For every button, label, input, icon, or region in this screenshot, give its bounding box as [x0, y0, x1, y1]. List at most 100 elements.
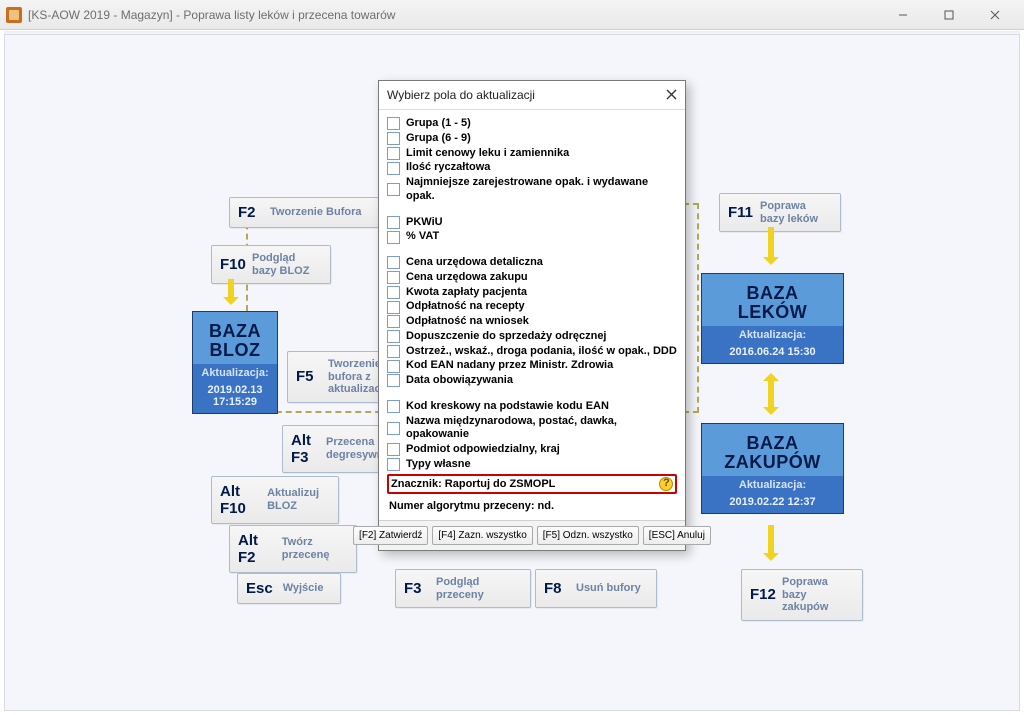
checkbox-icon	[387, 330, 400, 343]
shortcut-key: F10	[220, 256, 242, 273]
dialog-checkall-button[interactable]: [F4] Zazn. wszystko	[432, 526, 532, 545]
checkbox-label: Odpłatność na wniosek	[406, 315, 529, 329]
checkbox-row[interactable]: Cena urzędowa detaliczna	[387, 256, 677, 270]
checkbox-label: Typy własne	[406, 458, 471, 472]
dialog-title: Wybierz pola do aktualizacji	[387, 88, 666, 102]
arrow-icon	[768, 379, 774, 409]
checkbox-label: Kod kreskowy na podstawie kodu EAN	[406, 400, 609, 414]
maximize-button[interactable]	[926, 0, 972, 30]
checkbox-row[interactable]: Kod EAN nadany przez Ministr. Zdrowia	[387, 359, 677, 373]
checkbox-row[interactable]: Odpłatność na wniosek	[387, 315, 677, 329]
shortcut-f11[interactable]: F11 Poprawa bazy leków	[719, 193, 841, 232]
checkbox-icon	[387, 374, 400, 387]
arrow-icon	[768, 227, 774, 259]
checkbox-icon	[387, 286, 400, 299]
checkbox-label: Nazwa międzynarodowa, postać, dawka, opa…	[406, 415, 677, 443]
checkbox-label: Ilość ryczałtowa	[406, 161, 490, 175]
dialog-update-fields: Wybierz pola do aktualizacji Grupa (1 - …	[378, 80, 686, 551]
checkbox-icon	[387, 216, 400, 229]
minimize-button[interactable]	[880, 0, 926, 30]
checkbox-label: Dopuszczenie do sprzedaży odręcznej	[406, 330, 607, 344]
shortcut-label: Podgląd bazy BLOZ	[252, 252, 322, 277]
shortcut-esc[interactable]: Esc Wyjście	[237, 573, 341, 604]
node-subtitle: Aktualizacja:	[193, 364, 277, 382]
shortcut-key: Esc	[246, 580, 273, 597]
app-icon	[6, 7, 22, 23]
node-date: 2016.06.24 15:30	[702, 344, 843, 363]
checkbox-row[interactable]: PKWiU	[387, 216, 677, 230]
shortcut-f2[interactable]: F2 Tworzenie Bufora	[229, 197, 379, 228]
checkbox-row[interactable]: Kod kreskowy na podstawie kodu EAN	[387, 400, 677, 414]
checkbox-row[interactable]: Cena urzędowa zakupu	[387, 271, 677, 285]
checkbox-icon	[387, 458, 400, 471]
node-date: 2019.02.13 17:15:29	[193, 382, 277, 413]
checkbox-row[interactable]: Ostrzeż., wskaź., droga podania, ilość w…	[387, 345, 677, 359]
checkbox-row[interactable]: Podmiot odpowiedzialny, kraj	[387, 443, 677, 457]
checkbox-row[interactable]: Ilość ryczałtowa	[387, 161, 677, 175]
dialog-uncheckall-button[interactable]: [F5] Odzn. wszystko	[537, 526, 639, 545]
checkbox-label: Znacznik: Raportuj do ZSMOPL	[391, 478, 555, 490]
help-icon[interactable]	[659, 477, 673, 491]
shortcut-label: Wyjście	[283, 582, 324, 595]
checkbox-label: Ostrzeż., wskaź., droga podania, ilość w…	[406, 345, 677, 359]
checkbox-icon	[387, 360, 400, 373]
checkbox-icon	[387, 117, 400, 130]
checkbox-row[interactable]: Data obowiązywania	[387, 374, 677, 388]
shortcut-f3[interactable]: F3 Podgląd przeceny	[395, 569, 531, 608]
checkbox-row[interactable]: Najmniejsze zarejestrowane opak. i wydaw…	[387, 176, 677, 204]
checkbox-icon	[387, 301, 400, 314]
shortcut-f8[interactable]: F8 Usuń bufory	[535, 569, 657, 608]
node-baza-lekow: BAZALEKÓW Aktualizacja: 2016.06.24 15:30	[701, 273, 844, 364]
checkbox-row-highlighted[interactable]: Znacznik: Raportuj do ZSMOPL	[387, 474, 677, 494]
checkbox-row[interactable]: Grupa (6 - 9)	[387, 132, 677, 146]
shortcut-key: F2	[238, 204, 260, 221]
shortcut-label: Usuń bufory	[576, 582, 641, 595]
shortcut-key: Alt F3	[291, 432, 316, 466]
shortcut-key: F8	[544, 580, 566, 597]
checkbox-row[interactable]: Nazwa międzynarodowa, postać, dawka, opa…	[387, 415, 677, 443]
arrow-icon	[228, 279, 234, 299]
checkbox-row[interactable]: Kwota zapłaty pacjenta	[387, 286, 677, 300]
shortcut-f12[interactable]: F12 Poprawa bazy zakupów	[741, 569, 863, 621]
node-date: 2019.02.22 12:37	[702, 494, 843, 513]
node-title: BAZABLOZ	[193, 312, 277, 364]
checkbox-icon	[387, 345, 400, 358]
checkbox-icon	[387, 271, 400, 284]
shortcut-key: F3	[404, 580, 426, 597]
shortcut-altf10[interactable]: Alt F10 Aktualizuj BLOZ	[211, 476, 339, 524]
arrow-icon	[768, 525, 774, 555]
shortcut-altf2[interactable]: Alt F2 Twórz przecenę	[229, 525, 357, 573]
checkbox-row[interactable]: Typy własne	[387, 458, 677, 472]
checkbox-row[interactable]: Dopuszczenie do sprzedaży odręcznej	[387, 330, 677, 344]
shortcut-key: F11	[728, 204, 750, 221]
node-subtitle: Aktualizacja:	[702, 476, 843, 494]
checkbox-icon	[387, 183, 400, 196]
checkbox-label: Najmniejsze zarejestrowane opak. i wydaw…	[406, 176, 677, 204]
dialog-confirm-button[interactable]: [F2] Zatwierdź	[353, 526, 428, 545]
node-baza-zakupow: BAZAZAKUPÓW Aktualizacja: 2019.02.22 12:…	[701, 423, 844, 514]
checkbox-row[interactable]: % VAT	[387, 230, 677, 244]
checkbox-row[interactable]: Grupa (1 - 5)	[387, 117, 677, 131]
shortcut-label: Podgląd przeceny	[436, 576, 522, 601]
shortcut-label: Twórz przecenę	[282, 536, 348, 561]
dialog-close-button[interactable]	[666, 87, 677, 103]
algorithm-line: Numer algorytmu przeceny: nd.	[389, 500, 677, 512]
checkbox-icon	[387, 443, 400, 456]
checkbox-label: Odpłatność na recepty	[406, 300, 525, 314]
node-title: BAZAZAKUPÓW	[702, 424, 843, 476]
checkbox-icon	[387, 132, 400, 145]
checkbox-row[interactable]: Limit cenowy leku i zamiennika	[387, 147, 677, 161]
shortcut-key: F5	[296, 368, 318, 385]
shortcut-key: Alt F10	[220, 483, 257, 517]
window-title: [KS-AOW 2019 - Magazyn] - Poprawa listy …	[28, 8, 880, 22]
shortcut-key: Alt F2	[238, 532, 272, 566]
checkbox-label: % VAT	[406, 230, 439, 244]
shortcut-key: F12	[750, 586, 772, 603]
node-baza-bloz: BAZABLOZ Aktualizacja: 2019.02.13 17:15:…	[192, 311, 278, 414]
checkbox-label: Podmiot odpowiedzialny, kraj	[406, 443, 560, 457]
checkbox-row[interactable]: Odpłatność na recepty	[387, 300, 677, 314]
shortcut-label: Tworzenie Bufora	[270, 206, 361, 219]
close-button[interactable]	[972, 0, 1018, 30]
checkbox-label: PKWiU	[406, 216, 443, 230]
dialog-cancel-button[interactable]: [ESC] Anuluj	[643, 526, 711, 545]
